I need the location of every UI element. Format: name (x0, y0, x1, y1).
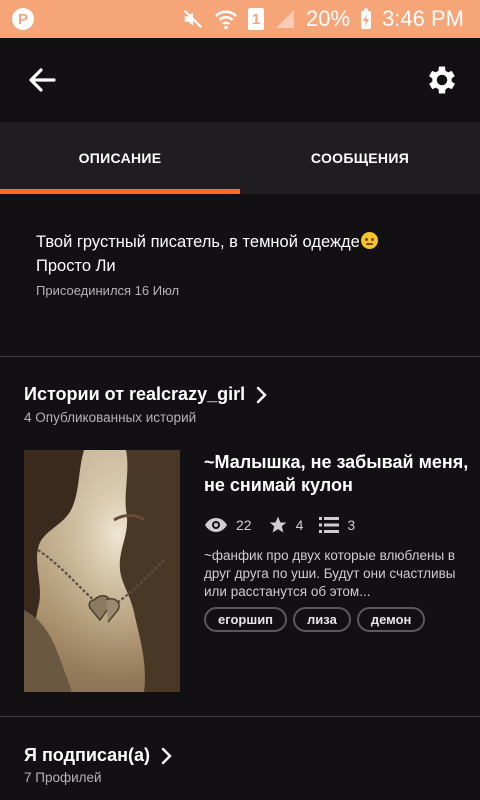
list-icon (319, 517, 340, 533)
story-stats: 22 4 3 (204, 515, 474, 535)
stories-title-label: Истории от realcrazy_girl (24, 384, 246, 404)
votes-stat: 4 (268, 515, 304, 535)
pinterest-icon: P (12, 8, 34, 30)
divider (0, 356, 480, 357)
bio-text: Твой грустный писатель, в темной одежде (36, 230, 456, 254)
star-icon (269, 516, 286, 533)
cover-artwork (24, 450, 180, 692)
story-title[interactable]: ~Малышка, не забывай меня, не снимай кул… (204, 451, 474, 497)
tag-chip[interactable]: демон (356, 607, 426, 632)
story-card: ~Малышка, не забывай меня, не снимай кул… (204, 451, 474, 632)
tag-chip[interactable]: лиза (293, 607, 351, 632)
following-section-title[interactable]: Я подписан(а) (24, 745, 172, 766)
back-arrow-icon[interactable] (26, 64, 58, 96)
stories-count: 4 Опубликованных историй (24, 410, 197, 425)
tab-bar: ОПИСАНИЕ СООБЩЕНИЯ (0, 122, 480, 194)
signal-icon (276, 10, 295, 28)
eye-icon (205, 518, 227, 532)
clock: 3:46 PM (382, 6, 464, 31)
joined-date: Присоединился 16 Июл (36, 283, 180, 298)
views-count: 22 (236, 517, 252, 533)
parts-count: 3 (347, 517, 356, 533)
bio-line-1: Твой грустный писатель, в темной одежде (36, 233, 360, 251)
tab-messages[interactable]: СООБЩЕНИЯ (240, 122, 480, 194)
following-count: 7 Профилей (24, 770, 102, 785)
chevron-right-icon (256, 386, 267, 403)
votes-count: 4 (295, 517, 304, 533)
battery-percent: 20% (306, 6, 351, 31)
toolbar (0, 38, 480, 122)
profile-bio: Твой грустный писатель, в темной одежде … (36, 230, 456, 298)
chevron-right-icon (161, 747, 172, 764)
sim-icon: 1 (248, 8, 265, 30)
battery-charging-icon (361, 8, 372, 29)
status-indicators: 1 20% 3:46 PM (182, 0, 464, 38)
following-title-label: Я подписан(а) (24, 745, 151, 765)
story-tags: егоршип лиза демон (204, 607, 474, 632)
stories-section-title[interactable]: Истории от realcrazy_girl (24, 384, 267, 405)
mute-icon (183, 9, 203, 29)
wifi-icon (215, 10, 237, 30)
status-bar: P 1 20% 3:46 PM (0, 0, 480, 38)
tag-chip[interactable]: егоршип (204, 607, 288, 632)
story-description: ~фанфик про двух которые влюблены в друг… (204, 548, 456, 599)
gear-icon[interactable] (424, 62, 460, 98)
bio-line-2: Просто Ли (36, 257, 116, 275)
tab-description[interactable]: ОПИСАНИЕ (0, 122, 240, 194)
parts-stat: 3 (319, 516, 355, 534)
confused-face-emoji-icon (360, 232, 378, 249)
views-stat: 22 (204, 517, 252, 533)
divider (0, 716, 480, 717)
story-cover-image[interactable] (24, 450, 180, 692)
